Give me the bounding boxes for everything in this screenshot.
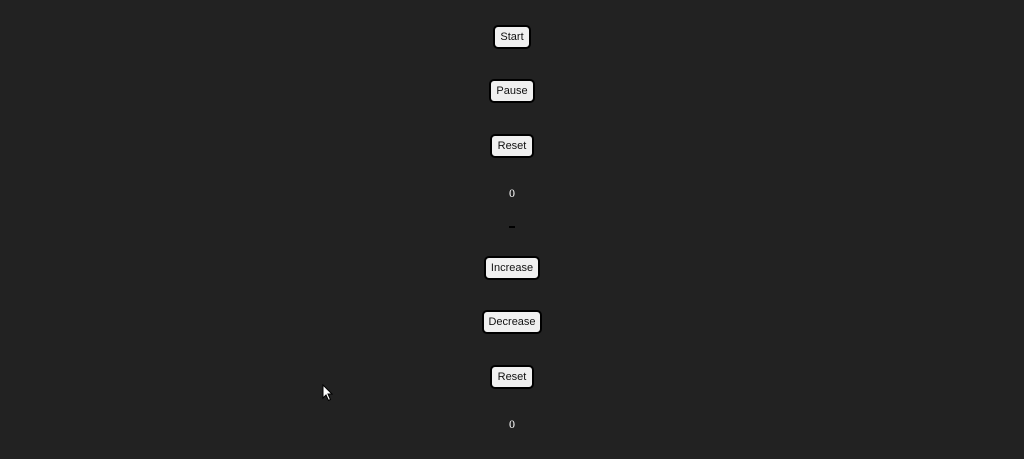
- counter-value: 0: [509, 417, 515, 431]
- counter-increase-button[interactable]: Increase: [484, 256, 540, 280]
- mouse-pointer-icon: [322, 384, 334, 402]
- timer-pause-button[interactable]: Pause: [489, 79, 535, 103]
- counter-reset-button[interactable]: Reset: [490, 365, 534, 389]
- timer-reset-button[interactable]: Reset: [490, 134, 534, 158]
- section-divider: [509, 226, 515, 228]
- counter-decrease-button[interactable]: Decrease: [482, 310, 542, 334]
- timer-start-button[interactable]: Start: [493, 25, 531, 49]
- timer-value: 0: [509, 186, 515, 200]
